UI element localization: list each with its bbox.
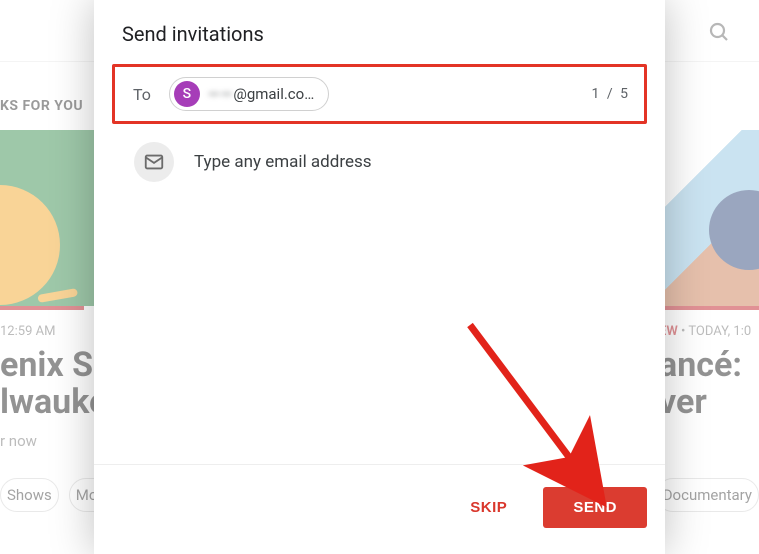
send-button[interactable]: SEND: [543, 487, 647, 528]
email-input-placeholder: Type any email address: [194, 152, 372, 172]
thumbnail: [659, 130, 759, 306]
progress-bar: [0, 306, 84, 310]
recipient-email: ——@gmail.co…: [208, 85, 314, 103]
mail-icon: [134, 142, 174, 182]
search-icon[interactable]: [707, 20, 731, 48]
skip-button[interactable]: SKIP: [460, 491, 517, 524]
filter-chip-row: Documentary: [656, 478, 759, 512]
progress-bar: [659, 306, 759, 310]
send-invitations-dialog: Send invitations To S ——@gmail.co… 1 / 5…: [94, 0, 665, 554]
email-input-row[interactable]: Type any email address: [94, 124, 665, 182]
invite-counter: 1 / 5: [592, 86, 630, 102]
card-meta: EW • TODAY, 1:0: [659, 324, 759, 339]
filter-chip[interactable]: Shows: [0, 478, 59, 512]
dialog-footer: SKIP SEND: [94, 464, 665, 554]
recipient-chip[interactable]: S ——@gmail.co…: [169, 77, 329, 111]
filter-chip[interactable]: Documentary: [656, 478, 759, 512]
card-title: ancé: ver: [659, 347, 759, 422]
section-heading-top-picks: KS FOR YOU: [0, 98, 83, 114]
avatar: S: [174, 81, 200, 107]
recipient-field-highlight: To S ——@gmail.co… 1 / 5: [112, 64, 647, 124]
content-card-right[interactable]: EW • TODAY, 1:0 ancé: ver: [659, 130, 759, 422]
to-label: To: [133, 85, 151, 104]
dialog-title: Send invitations: [94, 0, 665, 64]
